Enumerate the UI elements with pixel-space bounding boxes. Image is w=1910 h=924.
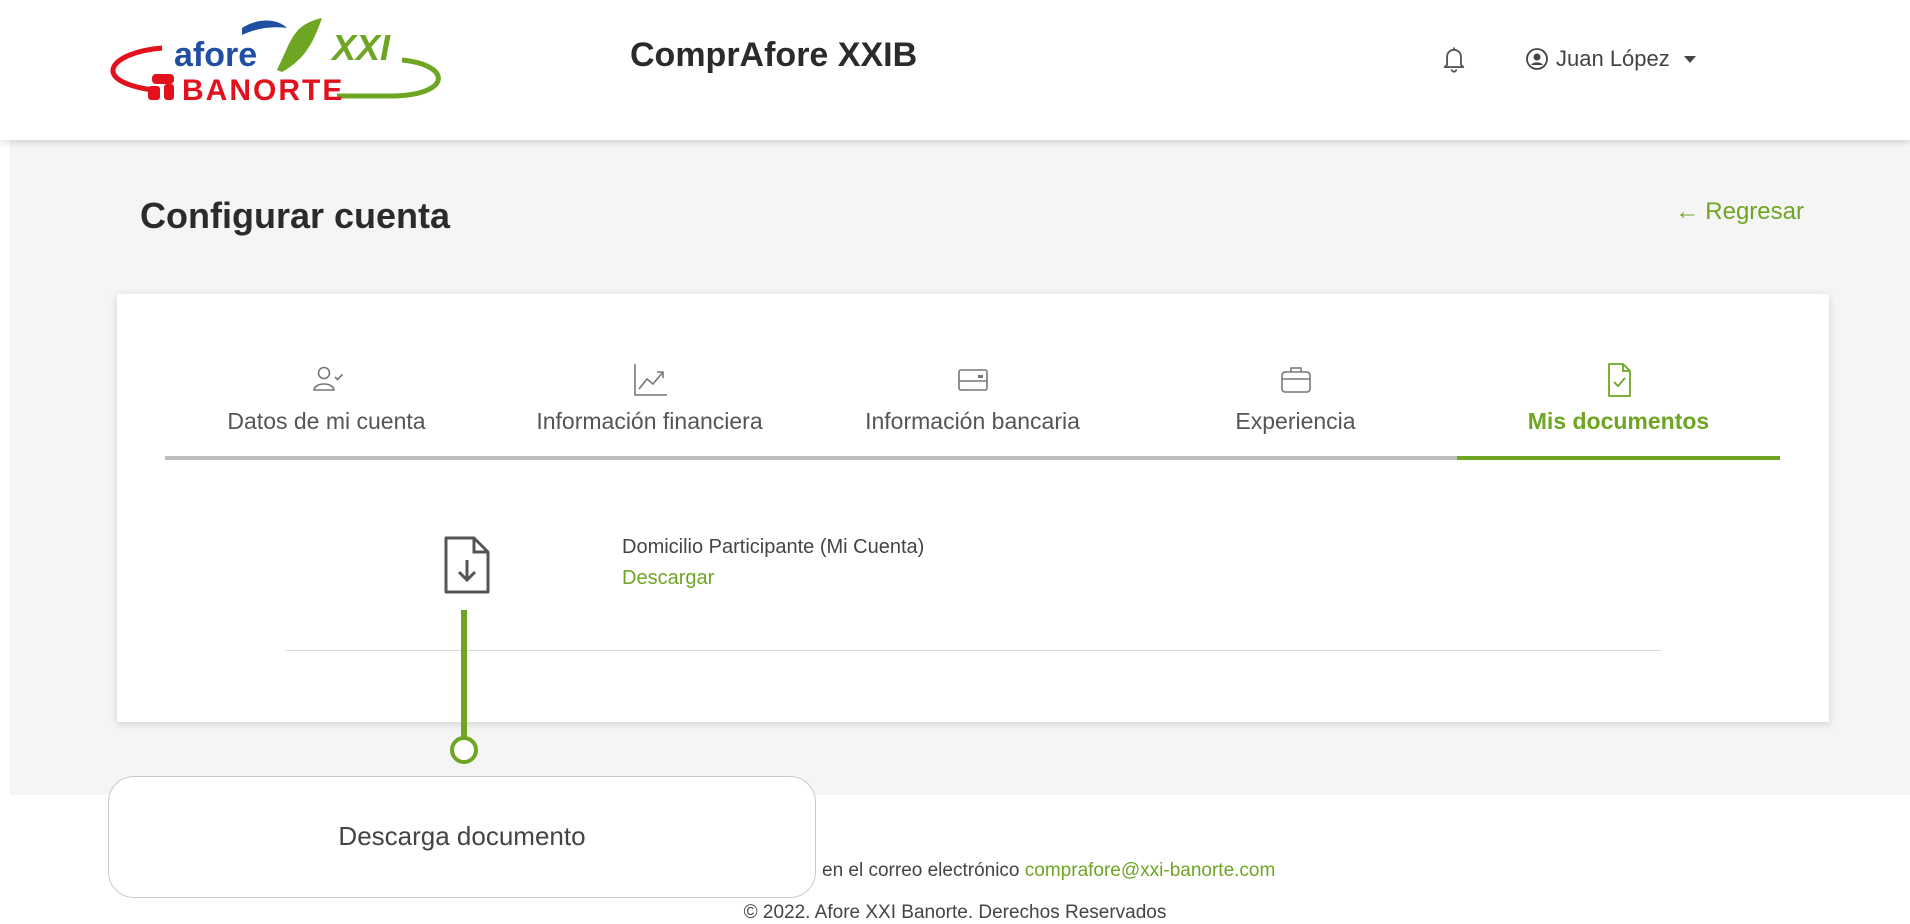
card-icon (957, 369, 988, 391)
tab-label: Información bancaria (865, 408, 1080, 434)
account-settings-card: Datos de mi cuenta Información financier… (117, 294, 1829, 722)
logo-banorte-text: BANORTE (182, 74, 344, 107)
user-name: Juan López (1556, 46, 1670, 71)
app-title: ComprAfore XXIB (630, 36, 918, 74)
tab-informacion-bancaria[interactable]: Información bancaria (811, 354, 1134, 456)
user-menu[interactable]: Juan López (1526, 42, 1696, 76)
callout-box: Descarga documento (108, 776, 816, 898)
logo-xxi-text: XXI (330, 27, 391, 68)
download-link[interactable]: Descargar (622, 567, 714, 590)
tab-label: Datos de mi cuenta (227, 408, 426, 434)
document-name: Domicilio Participante (Mi Cuenta) (622, 536, 925, 558)
bell-icon[interactable] (1440, 44, 1468, 74)
user-circle-icon (1526, 48, 1548, 70)
tab-label: Mis documentos (1527, 408, 1710, 434)
tab-experiencia[interactable]: Experiencia (1134, 354, 1457, 456)
footer-contact-prefix: en el correo electrónico (822, 860, 1020, 881)
arrow-left-icon: ← (1675, 198, 1700, 225)
settings-tabs: Datos de mi cuenta Información financier… (165, 354, 1780, 460)
footer-copyright: © 2022. Afore XXI Banorte. Derechos Rese… (743, 902, 1167, 923)
back-link-label: Regresar (1705, 198, 1804, 225)
tab-informacion-financiera[interactable]: Información financiera (488, 354, 811, 456)
row-divider (285, 650, 1661, 651)
callout-pointer-line (461, 610, 467, 748)
tab-label: Información financiera (536, 408, 763, 434)
callout-pointer-dot (450, 736, 478, 764)
afore-xxi-banorte-logo[interactable]: afore XXI BANORTE (92, 10, 492, 120)
back-link[interactable]: ← Regresar (1675, 198, 1804, 226)
top-header: afore XXI BANORTE ComprAfore XXIB Juan L… (0, 0, 1910, 140)
tab-datos-de-mi-cuenta[interactable]: Datos de mi cuenta (165, 354, 488, 456)
document-check-icon (1607, 363, 1631, 397)
file-download-icon[interactable] (442, 534, 492, 596)
chart-line-icon (633, 364, 667, 396)
document-row: Domicilio Participante (Mi Cuenta) Desca… (322, 534, 1522, 622)
tab-label: Experiencia (1235, 408, 1356, 434)
footer-email-link[interactable]: comprafore@xxi-banorte.com (1025, 860, 1276, 881)
user-check-icon (312, 366, 343, 391)
callout-text: Descarga documento (338, 821, 586, 851)
caret-down-icon (1683, 55, 1696, 63)
page-title: Configurar cuenta (140, 195, 451, 236)
logo-afore-text: afore (174, 36, 257, 74)
footer-contact: en el correo electrónico comprafore@xxi-… (822, 860, 1275, 882)
briefcase-icon (1280, 367, 1311, 393)
tab-mis-documentos[interactable]: Mis documentos (1457, 354, 1780, 460)
